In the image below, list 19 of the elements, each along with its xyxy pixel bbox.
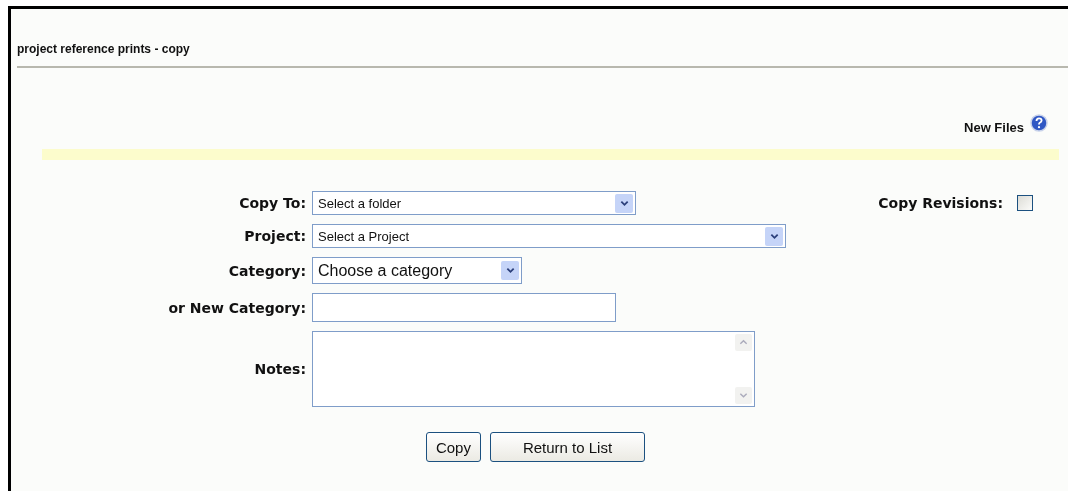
field-label: Project:: [243, 228, 306, 244]
field-label: Copy Revisions:: [878, 195, 1003, 211]
dropdown[interactable]: Select a Project: [312, 224, 786, 248]
chevron-down-icon[interactable]: [765, 226, 783, 246]
help-icon[interactable]: [1030, 113, 1048, 132]
field-label: or New Category:: [167, 299, 306, 316]
field-label: Copy To:: [238, 195, 306, 211]
field-label: Category:: [227, 262, 306, 279]
button[interactable]: Copy: [425, 432, 481, 462]
dropdown[interactable]: Select a folder: [312, 191, 636, 215]
field-label: Notes:: [253, 361, 306, 377]
dropdown[interactable]: Choose a category: [312, 257, 522, 284]
checkbox[interactable]: [1017, 195, 1033, 211]
button[interactable]: Return to List: [489, 432, 646, 462]
input-field[interactable]: [312, 293, 616, 322]
page-title: project reference prints - copy: [16, 41, 191, 56]
section-title: New Files: [964, 120, 1024, 135]
chevron-down-icon[interactable]: [615, 193, 633, 213]
chevron-down-icon[interactable]: [501, 261, 519, 280]
